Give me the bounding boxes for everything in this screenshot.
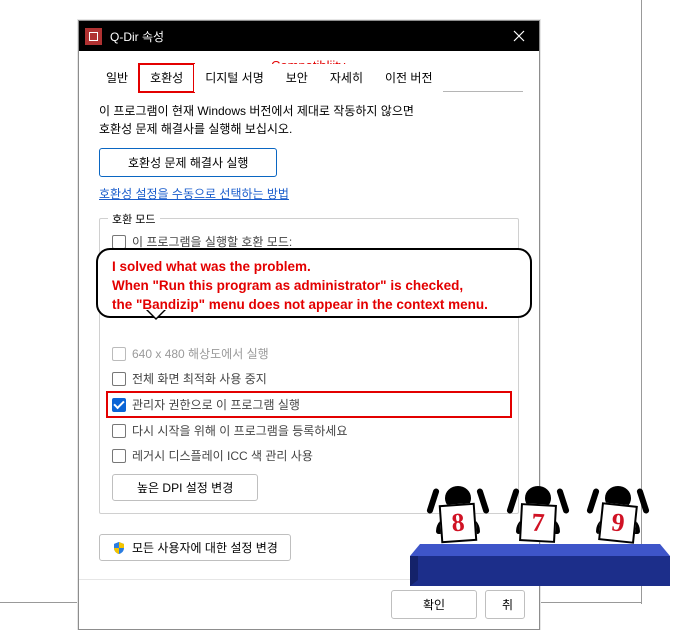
change-all-users-button[interactable]: 모든 사용자에 대한 설정 변경 <box>99 534 291 561</box>
tab-bar: 일반 호환성 디지털 서명 보안 자세히 이전 버전 <box>95 63 523 92</box>
intro-text: 이 프로그램이 현재 Windows 버전에서 제대로 작동하지 않으면 호환성… <box>99 102 519 138</box>
intro-line: 이 프로그램이 현재 Windows 버전에서 제대로 작동하지 않으면 <box>99 102 519 120</box>
app-icon <box>85 28 102 45</box>
checkbox-icon[interactable] <box>112 372 126 386</box>
tab-previous-versions[interactable]: 이전 버전 <box>374 64 444 92</box>
score-card: 8 <box>439 503 478 543</box>
checkbox-icon[interactable] <box>112 235 126 249</box>
judge-figure: 9 <box>588 486 648 534</box>
run-as-admin-row[interactable]: 관리자 권한으로 이 프로그램 실행 <box>108 393 510 416</box>
checkbox-label: 전체 화면 최적화 사용 중지 <box>132 370 267 387</box>
tab-digital-signature[interactable]: 디지털 서명 <box>194 64 275 92</box>
button-label: 모든 사용자에 대한 설정 변경 <box>132 539 278 556</box>
disable-fullscreen-row[interactable]: 전체 화면 최적화 사용 중지 <box>112 366 506 391</box>
close-button[interactable] <box>499 21 539 51</box>
window-title: Q-Dir 속성 <box>110 28 499 45</box>
titlebar[interactable]: Q-Dir 속성 <box>79 21 539 51</box>
group-title: 호환 모드 <box>108 211 160 227</box>
checkbox-label: 레거시 디스플레이 ICC 색 관리 사용 <box>132 447 313 464</box>
score-card: 7 <box>519 503 557 543</box>
tab-general[interactable]: 일반 <box>95 64 139 92</box>
checkbox-icon[interactable] <box>112 347 126 361</box>
score-card: 9 <box>598 502 638 544</box>
ok-button[interactable]: 확인 <box>391 590 477 619</box>
troubleshooter-button[interactable]: 호환성 문제 해결사 실행 <box>99 148 277 177</box>
annotation-line: When "Run this program as administrator"… <box>112 277 516 296</box>
judge-figure: 8 <box>428 486 488 534</box>
intro-line: 호환성 문제 해결사를 실행해 보십시오. <box>99 120 519 138</box>
tab-compatibility[interactable]: 호환성 <box>139 64 194 92</box>
close-icon <box>513 30 525 42</box>
tab-details[interactable]: 자세히 <box>319 64 374 92</box>
checkbox-icon[interactable] <box>112 424 126 438</box>
checkbox-label: 다시 시작을 위해 이 프로그램을 등록하세요 <box>132 422 347 439</box>
checkbox-label: 관리자 권한으로 이 프로그램 실행 <box>132 396 300 413</box>
high-dpi-button[interactable]: 높은 DPI 설정 변경 <box>112 474 258 501</box>
judges-cartoon: 8 7 9 <box>410 416 670 586</box>
shield-icon <box>112 541 126 555</box>
judge-figure: 7 <box>508 486 568 534</box>
checkbox-label: 640 x 480 해상도에서 실행 <box>132 345 269 362</box>
tab-security[interactable]: 보안 <box>275 64 319 92</box>
annotation-bubble: I solved what was the problem. When "Run… <box>96 248 532 318</box>
dialog-footer: 확인 취 <box>79 579 539 629</box>
checkbox-icon[interactable] <box>112 449 126 463</box>
annotation-line: the "Bandizip" menu does not appear in t… <box>112 296 516 315</box>
manual-settings-link[interactable]: 호환성 설정을 수동으로 선택하는 방법 <box>99 185 289 202</box>
annotation-line: I solved what was the problem. <box>112 258 516 277</box>
checkbox-icon[interactable] <box>112 398 126 412</box>
run-640x480-row[interactable]: 640 x 480 해상도에서 실행 <box>112 341 506 366</box>
cancel-button[interactable]: 취 <box>485 590 525 619</box>
